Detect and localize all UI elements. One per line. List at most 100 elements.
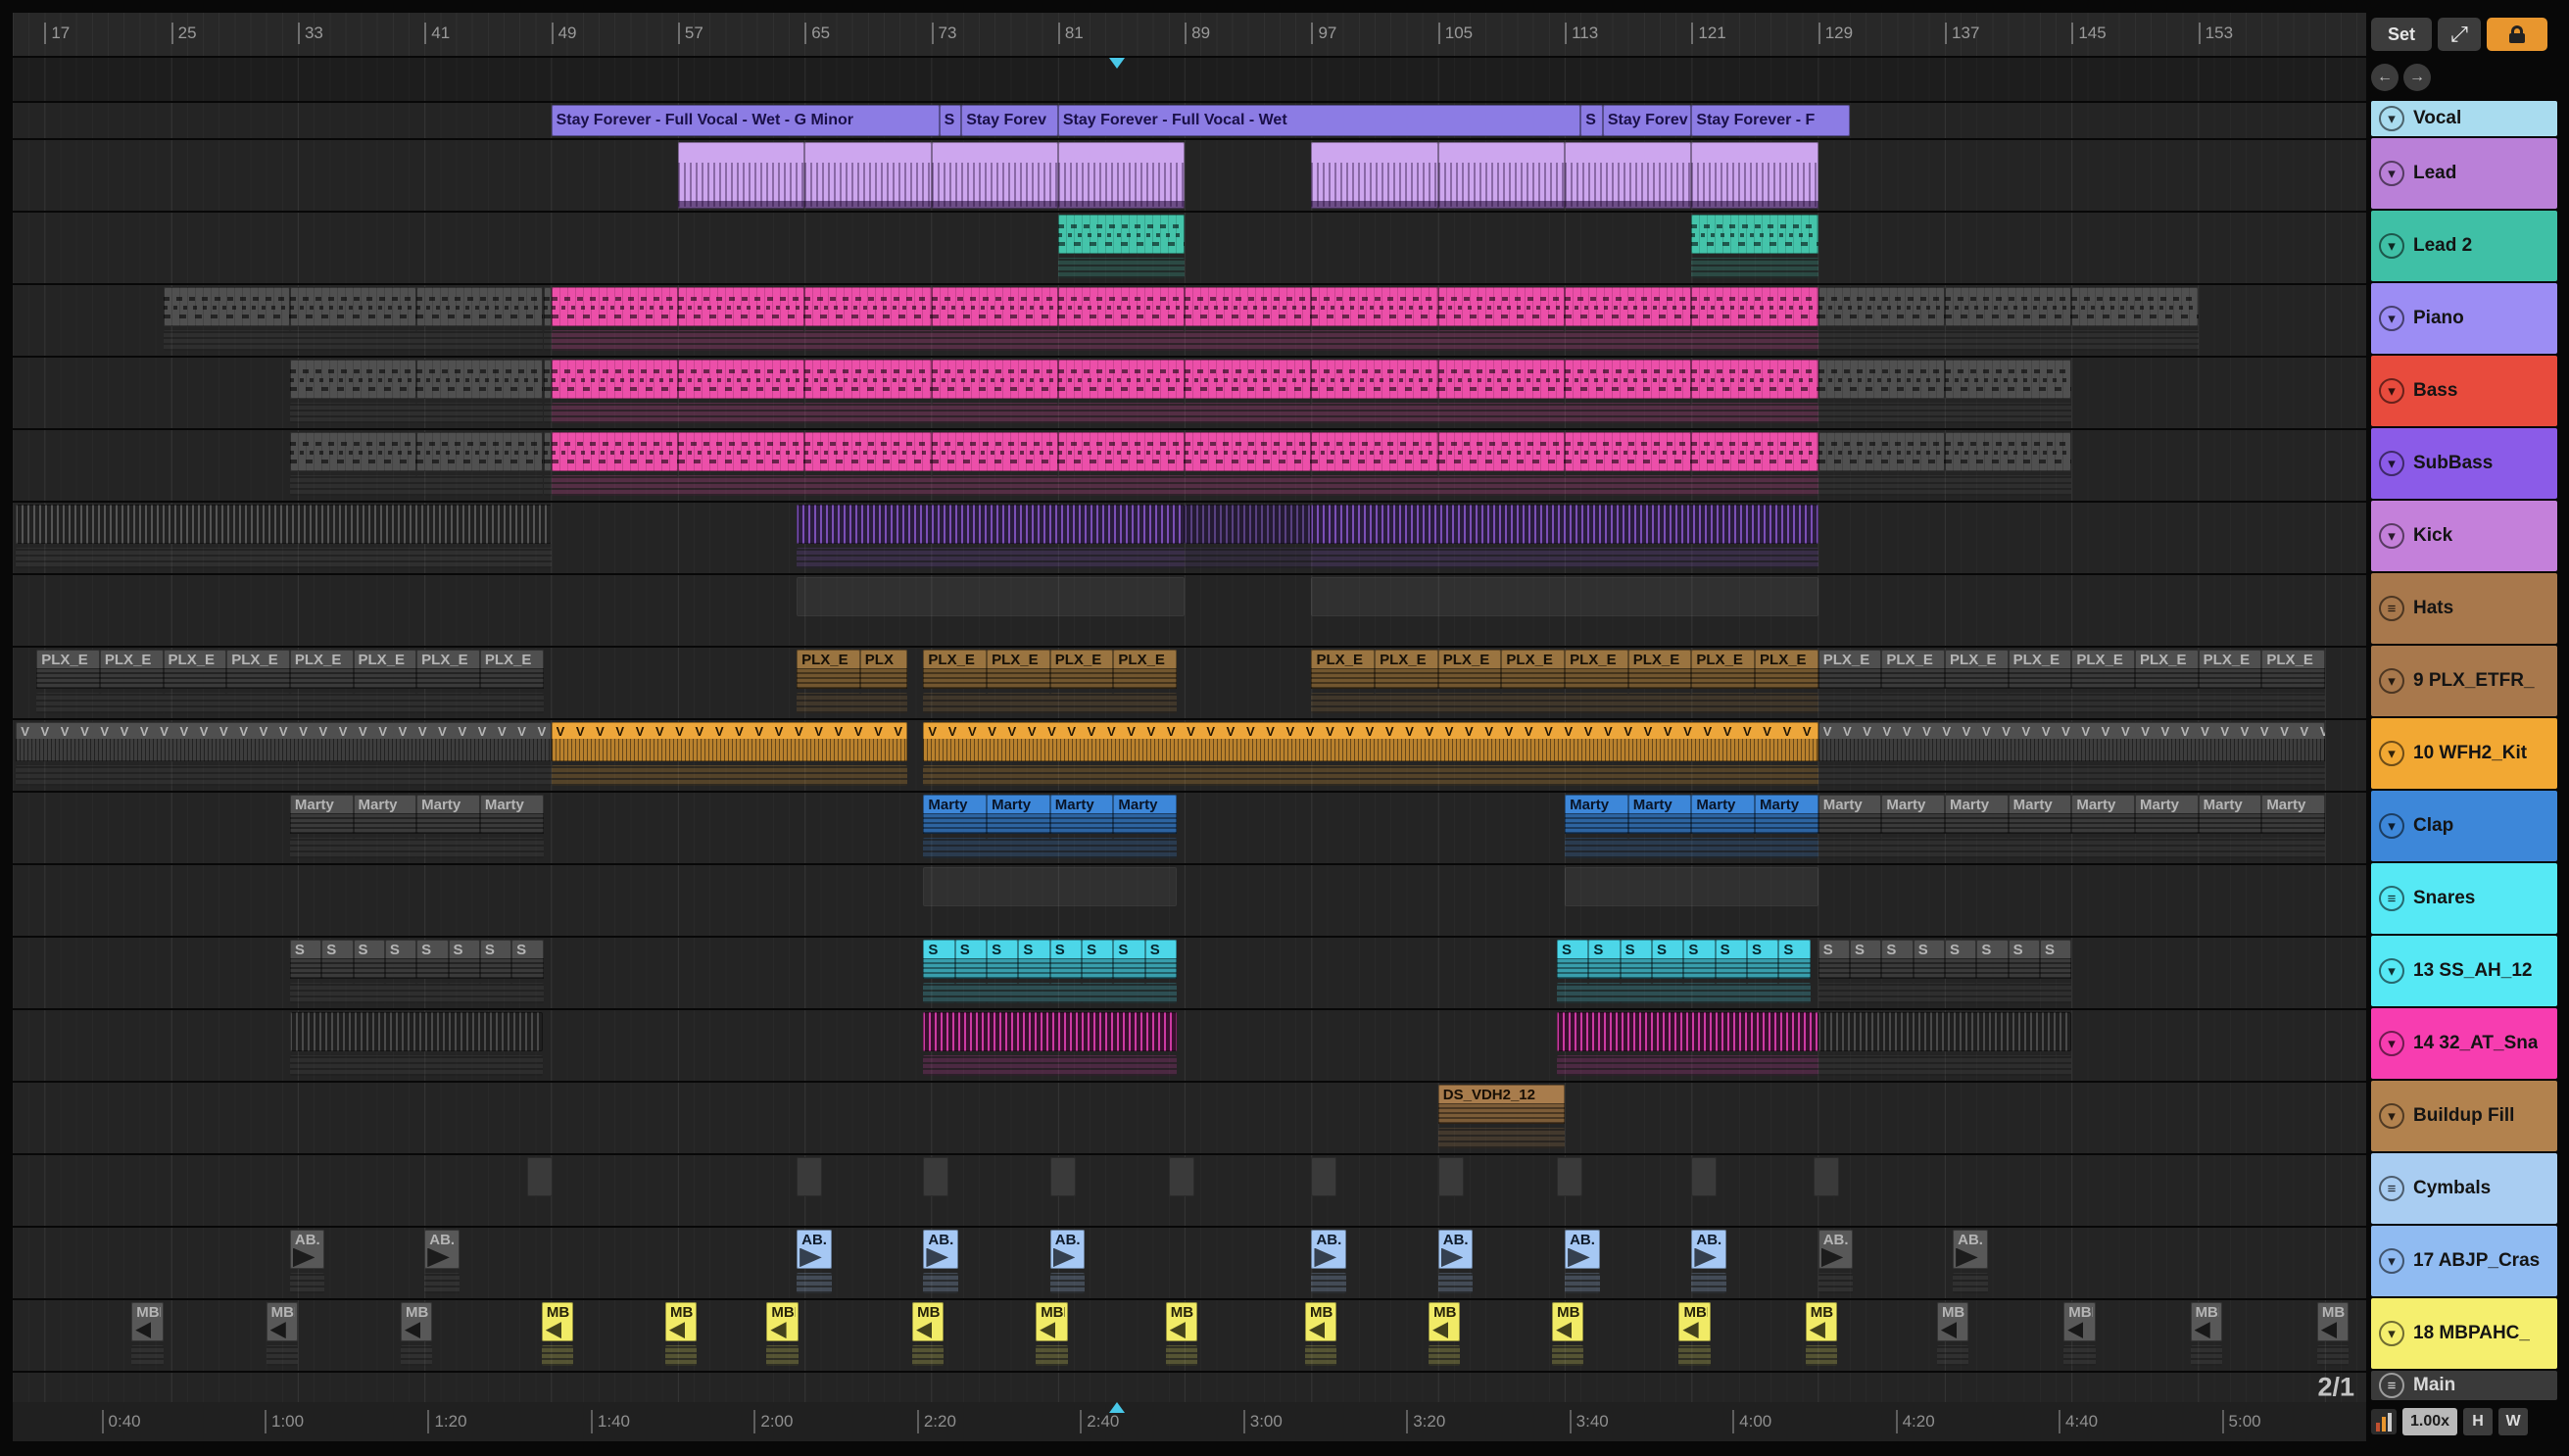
- clip[interactable]: [527, 1157, 554, 1197]
- clip[interactable]: [677, 142, 805, 209]
- clip[interactable]: PLX_E: [163, 650, 227, 714]
- clip[interactable]: [677, 287, 805, 352]
- fold-chevron-icon[interactable]: ▾: [2379, 1248, 2404, 1274]
- track-header-10-wfh2-kit[interactable]: ▾ 10 WFH2_Kit: [2371, 718, 2557, 789]
- clip[interactable]: MBP: [2316, 1302, 2350, 1367]
- clip[interactable]: [551, 360, 679, 424]
- clip[interactable]: [551, 287, 679, 352]
- clip[interactable]: [1945, 287, 2072, 352]
- track-header-buildup-fill[interactable]: ▾ Buildup Fill: [2371, 1081, 2557, 1151]
- track-header-subbass[interactable]: ▾ SubBass: [2371, 428, 2557, 499]
- clip[interactable]: Marty: [1755, 795, 1818, 859]
- clip[interactable]: [1437, 432, 1566, 497]
- clip[interactable]: V V V V V V V V V V V V V V V V V V V V …: [551, 722, 908, 787]
- clip[interactable]: Marty: [1627, 795, 1692, 859]
- clip[interactable]: [1185, 432, 1312, 497]
- clip[interactable]: PLX_E: [416, 650, 480, 714]
- clip[interactable]: [1049, 1157, 1076, 1197]
- clip[interactable]: [289, 1012, 544, 1077]
- width-zoom-button[interactable]: W: [2498, 1408, 2529, 1435]
- clip[interactable]: [923, 1157, 949, 1197]
- clip[interactable]: [1813, 1157, 1839, 1197]
- clip[interactable]: PLX_E: [2071, 650, 2135, 714]
- clip[interactable]: S: [1913, 940, 1946, 1004]
- track-header-18-mbpahc[interactable]: ▾ 18 MBPAHC_: [2371, 1298, 2557, 1369]
- clip[interactable]: [1565, 867, 1818, 907]
- clip[interactable]: MBP: [766, 1302, 800, 1367]
- track-header-hats[interactable]: ≡ Hats: [2371, 573, 2557, 644]
- height-zoom-button[interactable]: H: [2463, 1408, 2494, 1435]
- group-fold-icon[interactable]: ≡: [2379, 886, 2404, 911]
- time-ruler[interactable]: 0:40 1:00 1:20 1:40 2:00 2:20 2:40 3:00 3:20 3:40…: [13, 1402, 2366, 1441]
- clip[interactable]: [677, 360, 805, 424]
- clip[interactable]: MBP: [1805, 1302, 1838, 1367]
- clip[interactable]: Marty: [1691, 795, 1756, 859]
- track-header-cymbals[interactable]: ≡ Cymbals: [2371, 1153, 2557, 1224]
- clip[interactable]: [1818, 360, 1946, 424]
- clip[interactable]: Marty: [416, 795, 480, 859]
- track-header-piano[interactable]: ▾ Piano: [2371, 283, 2557, 354]
- fold-chevron-icon[interactable]: ▾: [2379, 668, 2404, 694]
- track-header-clap[interactable]: ▾ Clap: [2371, 791, 2557, 861]
- clip[interactable]: [804, 360, 932, 424]
- group-fold-icon[interactable]: ≡: [2379, 1373, 2404, 1398]
- clip[interactable]: [1311, 142, 1438, 209]
- clip[interactable]: PLX_E: [1881, 650, 1946, 714]
- clip[interactable]: [1691, 287, 1819, 352]
- back-arrow-button[interactable]: ←: [2371, 64, 2399, 91]
- clip[interactable]: S: [353, 940, 386, 1004]
- fold-chevron-icon[interactable]: ▾: [2379, 741, 2404, 766]
- clip[interactable]: [1565, 432, 1692, 497]
- clip[interactable]: PLX_E: [1945, 650, 2009, 714]
- clip[interactable]: PLX_E: [353, 650, 417, 714]
- clip[interactable]: PLX_E: [1113, 650, 1178, 714]
- track-header-9-plx-etfr[interactable]: ▾ 9 PLX_ETFR_: [2371, 646, 2557, 716]
- clip[interactable]: PLX_E: [99, 650, 164, 714]
- clip[interactable]: S: [2040, 940, 2072, 1004]
- insert-marker-top[interactable]: [1108, 58, 1125, 69]
- track-header-vocal[interactable]: ▾ Vocal: [2371, 101, 2557, 136]
- fold-chevron-icon[interactable]: ▾: [2379, 523, 2404, 549]
- lock-button[interactable]: [2487, 18, 2547, 51]
- clip[interactable]: [1437, 1157, 1464, 1197]
- clip[interactable]: PLX_E: [1627, 650, 1692, 714]
- clip[interactable]: [2071, 287, 2199, 352]
- clip[interactable]: S: [1651, 940, 1684, 1004]
- clip[interactable]: Marty: [1881, 795, 1946, 859]
- clip[interactable]: Marty: [923, 795, 988, 859]
- clip[interactable]: S: [1715, 940, 1748, 1004]
- clip[interactable]: AB.: [1953, 1230, 1988, 1294]
- clip[interactable]: PLX_E: [1437, 650, 1502, 714]
- clip[interactable]: S: [1778, 940, 1811, 1004]
- clip[interactable]: S: [416, 940, 449, 1004]
- clip[interactable]: [1818, 432, 1946, 497]
- track-header-main[interactable]: ≡ Main: [2371, 1371, 2557, 1400]
- clip[interactable]: [1691, 142, 1818, 209]
- clip[interactable]: [289, 360, 417, 424]
- clip[interactable]: [804, 142, 932, 209]
- clip[interactable]: AB.: [797, 1230, 832, 1294]
- clip[interactable]: Marty: [289, 795, 354, 859]
- clip[interactable]: Stay Forev: [961, 105, 1058, 136]
- clip[interactable]: [1168, 1157, 1194, 1197]
- clip[interactable]: MBP: [1429, 1302, 1461, 1367]
- fold-chevron-icon[interactable]: ▾: [2379, 378, 2404, 404]
- clip[interactable]: S: [954, 940, 988, 1004]
- track-header-13-ss-ah-12[interactable]: ▾ 13 SS_AH_12: [2371, 936, 2557, 1006]
- clip[interactable]: [1437, 142, 1566, 209]
- clip[interactable]: [931, 287, 1059, 352]
- fold-chevron-icon[interactable]: ▾: [2379, 161, 2404, 186]
- clip[interactable]: PLX_E: [1375, 650, 1438, 714]
- clip[interactable]: [1311, 360, 1439, 424]
- clip[interactable]: MBP: [912, 1302, 945, 1367]
- track-header-14-32-at-sna[interactable]: ▾ 14 32_AT_Sna: [2371, 1008, 2557, 1079]
- clip[interactable]: [1818, 1012, 2072, 1077]
- clip[interactable]: [1185, 360, 1312, 424]
- clip[interactable]: [1311, 577, 1818, 617]
- clip[interactable]: S: [1945, 940, 1977, 1004]
- clip[interactable]: [1691, 1157, 1718, 1197]
- clip[interactable]: S: [1580, 105, 1603, 136]
- clip[interactable]: Stay Forever - Full Vocal - Wet: [1057, 105, 1581, 136]
- clip[interactable]: S: [1557, 940, 1589, 1004]
- fold-chevron-icon[interactable]: ▾: [2379, 958, 2404, 984]
